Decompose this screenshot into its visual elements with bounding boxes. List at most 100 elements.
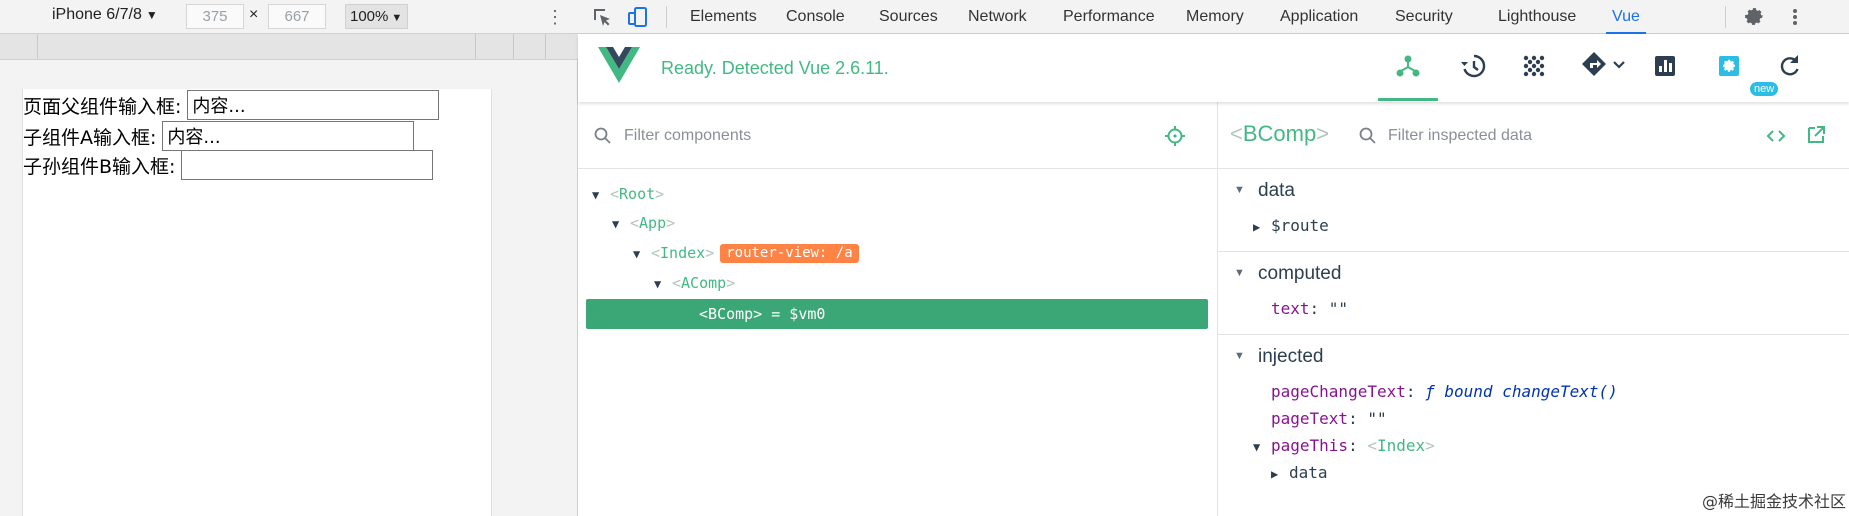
collapse-triangle-icon: ▼ <box>1234 350 1245 362</box>
inspector-pane: <BComp> ▼ data ▶ $route ▼ computed text: ""… <box>1218 102 1849 516</box>
data-section: ▼ data ▶ $route <box>1218 169 1849 252</box>
property-value: "" <box>1367 409 1387 428</box>
tab-performance[interactable]: Performance <box>1063 0 1155 34</box>
expand-triangle-icon: ▶ <box>1253 220 1261 234</box>
select-component-target-icon[interactable] <box>1163 124 1187 148</box>
section-title: injected <box>1258 346 1324 367</box>
page-this-property[interactable]: ▼ pageThis: <Index> <box>1253 436 1435 455</box>
data-section-toggle[interactable]: ▼ data <box>1234 180 1295 202</box>
tree-node-bcomp-selected[interactable]: <BComp> = $vm0 <box>586 299 1208 329</box>
expand-arrow-icon[interactable]: ▼ <box>592 182 610 208</box>
page-parent-input[interactable] <box>187 90 440 120</box>
expand-arrow-icon[interactable]: ▼ <box>612 211 630 237</box>
tree-node-index[interactable]: ▼ <Index> router-view: /a <box>633 240 859 266</box>
height-input[interactable]: 667 <box>268 4 326 29</box>
caret-down-icon: ▼ <box>391 12 403 24</box>
page-parent-label: 页面父组件输入框: <box>23 95 182 118</box>
vuex-tab-button[interactable] <box>1516 48 1552 84</box>
vue-devtools-header: Ready. Detected Vue 2.6.11. <box>578 34 1849 102</box>
child-a-row: 子组件A输入框: <box>23 121 415 151</box>
gear-icon[interactable] <box>1742 5 1766 29</box>
injected-section-toggle[interactable]: ▼ injected <box>1234 346 1324 368</box>
component-tree-icon <box>1396 55 1420 77</box>
performance-tab-button[interactable] <box>1647 48 1683 84</box>
ruler-mark <box>513 34 514 59</box>
route-property[interactable]: ▶ $route <box>1253 216 1329 235</box>
computed-section: ▼ computed text: "" <box>1218 252 1849 335</box>
tree-node-app[interactable]: ▼ <App> <box>612 210 675 236</box>
tab-lighthouse[interactable]: Lighthouse <box>1498 0 1576 34</box>
text-property[interactable]: text: "" <box>1271 299 1348 318</box>
zoom-value: 100% <box>350 8 389 25</box>
search-icon <box>1359 127 1376 144</box>
computed-section-toggle[interactable]: ▼ computed <box>1234 263 1341 285</box>
zoom-select[interactable]: 100% ▼ <box>345 4 408 29</box>
property-key: pageThis <box>1271 436 1349 455</box>
tab-console[interactable]: Console <box>786 0 845 34</box>
page-change-text-property[interactable]: pageChangeText: ƒ bound changeText() <box>1271 382 1618 401</box>
device-toolbar-icon[interactable] <box>626 5 650 29</box>
ruler-mark <box>545 34 546 59</box>
filter-components-input[interactable] <box>624 123 1124 149</box>
property-value: "" <box>1328 299 1349 318</box>
property-value: Index <box>1376 436 1426 455</box>
tab-elements[interactable]: Elements <box>690 0 757 34</box>
collapse-triangle-icon: ▼ <box>1234 267 1245 279</box>
tree-node-root[interactable]: ▼ <Root> <box>592 181 664 207</box>
grandchild-b-input[interactable] <box>181 150 434 180</box>
toolbar-divider <box>666 6 667 28</box>
components-tab-button[interactable] <box>1378 48 1438 101</box>
property-key: data <box>1289 463 1328 482</box>
property-value: ƒ bound changeText() <box>1425 382 1618 401</box>
section-title: data <box>1258 180 1295 201</box>
more-options-icon[interactable]: ⋮ <box>546 4 564 30</box>
vue-status-text: Ready. Detected Vue 2.6.11. <box>661 58 889 78</box>
dimension-separator: × <box>249 6 259 23</box>
tab-application[interactable]: Application <box>1280 0 1358 34</box>
child-a-input[interactable] <box>162 121 415 151</box>
timeline-tab-button[interactable] <box>1455 48 1491 84</box>
tab-sources[interactable]: Sources <box>879 0 938 34</box>
collapse-triangle-icon: ▼ <box>1234 184 1245 196</box>
tab-vue[interactable]: Vue <box>1606 0 1646 34</box>
tab-network[interactable]: Network <box>968 0 1027 34</box>
expand-arrow-icon[interactable]: ▼ <box>633 241 651 267</box>
property-key: $route <box>1271 216 1329 235</box>
vue-settings-button[interactable] <box>1711 48 1747 84</box>
emulated-viewport: 页面父组件输入框: 子组件A输入框: 子孙组件B输入框: <box>22 89 492 516</box>
media-query-ruler[interactable] <box>0 34 578 60</box>
page-text-property[interactable]: pageText: "" <box>1271 409 1387 428</box>
child-a-label: 子组件A输入框: <box>23 126 157 149</box>
more-vert-icon[interactable] <box>1783 5 1807 29</box>
open-in-editor-icon[interactable] <box>1805 124 1827 146</box>
refresh-icon <box>1780 55 1799 76</box>
router-view-badge: router-view: /a <box>720 244 859 263</box>
inspect-element-icon[interactable] <box>590 5 614 29</box>
tab-security[interactable]: Security <box>1395 0 1453 34</box>
vuex-dots-icon <box>1523 55 1545 77</box>
device-select[interactable]: iPhone 6/7/8 ▼ <box>52 6 158 24</box>
search-icon <box>594 127 611 144</box>
tab-memory[interactable]: Memory <box>1186 0 1244 34</box>
refresh-button[interactable] <box>1771 48 1807 84</box>
router-tab-button[interactable] <box>1578 48 1628 84</box>
expand-arrow-icon[interactable]: ▼ <box>654 271 672 297</box>
caret-down-icon: ▼ <box>145 8 158 22</box>
history-icon <box>1461 54 1486 78</box>
vue-logo-icon <box>598 47 640 83</box>
section-title: computed <box>1258 263 1342 284</box>
code-icon[interactable] <box>1765 125 1787 147</box>
device-name: iPhone 6/7/8 <box>52 6 142 23</box>
inspected-component-name: <BComp> <box>1230 121 1330 146</box>
page-this-data-property[interactable]: ▶ data <box>1271 463 1328 482</box>
toolbar-divider <box>1725 6 1726 28</box>
filter-inspected-data-input[interactable] <box>1388 123 1718 149</box>
width-input[interactable]: 375 <box>186 4 244 29</box>
tree-node-label: AComp <box>681 274 727 292</box>
tree-node-acomp[interactable]: ▼ <AComp> <box>654 270 735 296</box>
ruler-mark <box>37 34 38 59</box>
route-directions-icon <box>1582 52 1625 76</box>
devtools-panel: Elements Console Sources Network Perform… <box>578 0 1849 516</box>
expand-triangle-icon: ▼ <box>1253 440 1261 454</box>
expand-triangle-icon: ▶ <box>1271 467 1279 481</box>
